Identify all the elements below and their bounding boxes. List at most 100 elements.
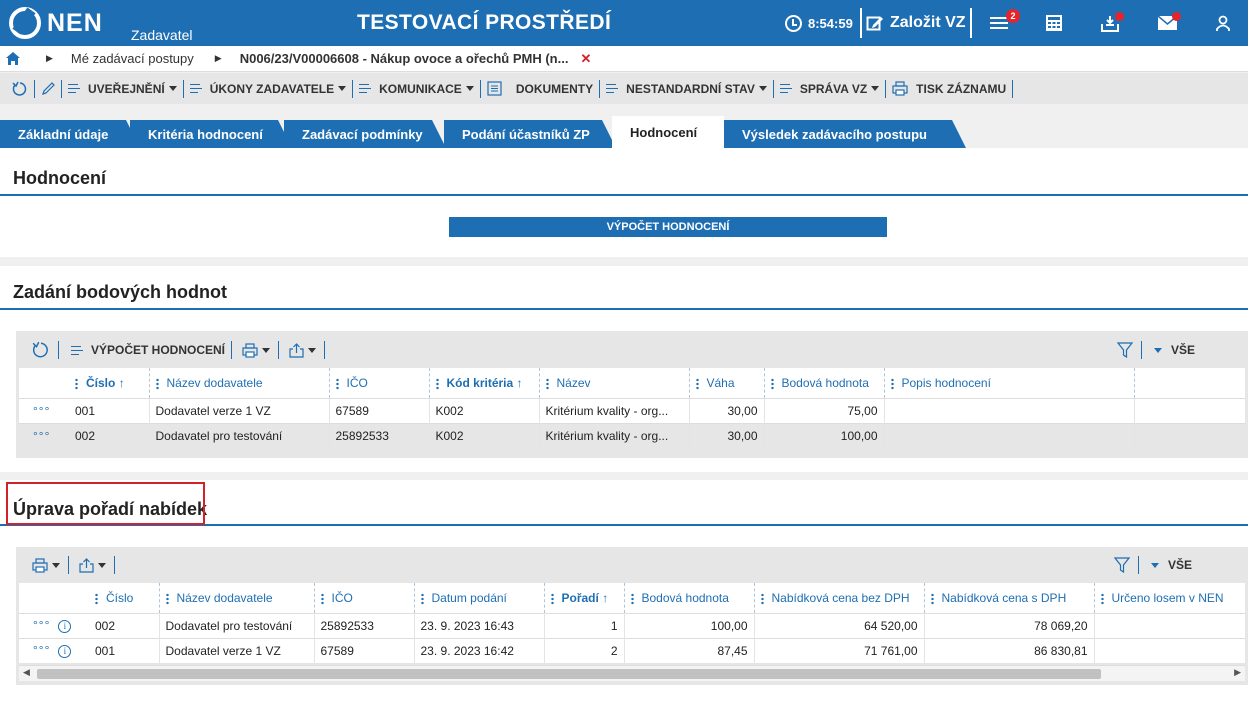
column-header[interactable]: Popis hodnocení — [884, 368, 1135, 398]
table-row[interactable]: °°° i 001 Dodavatel verze 1 VZ 67589 23. … — [19, 637, 1245, 663]
filter-icon[interactable] — [1117, 342, 1134, 358]
divider — [1138, 556, 1139, 574]
cell-weight: 30,00 — [689, 422, 765, 448]
tab-podani-ucastniku[interactable]: Podání účastníků ZP — [444, 120, 616, 148]
print-menu-button[interactable] — [242, 342, 271, 358]
table-row[interactable]: °°° 001 Dodavatel verze 1 VZ 67589 K002 … — [19, 397, 1245, 423]
cell-points[interactable]: 100,00 — [764, 422, 885, 448]
create-vz-button[interactable]: Založit VZ — [866, 0, 966, 46]
column-header[interactable]: Název dodavatele — [149, 368, 330, 398]
tab-vysledek[interactable]: Výsledek zadávacího postupu — [724, 120, 966, 148]
tab-zadavaci-podminky[interactable]: Zadávací podmínky — [284, 120, 446, 148]
info-icon[interactable]: i — [58, 620, 72, 633]
export-menu-button[interactable] — [289, 342, 317, 358]
calculate-evaluation-button[interactable]: VÝPOČET HODNOCENÍ — [449, 217, 887, 237]
column-header[interactable]: Název — [539, 368, 690, 398]
menu-button[interactable] — [990, 0, 1008, 46]
column-header[interactable]: Kód kritéria ↑ — [429, 368, 540, 398]
tab-kriteria-hodnoceni[interactable]: Kritéria hodnocení — [130, 120, 292, 148]
messages-button[interactable] — [1158, 0, 1177, 46]
calculator-icon — [1046, 15, 1062, 31]
row-actions[interactable]: °°° i — [19, 612, 89, 638]
column-menu-icon — [695, 377, 699, 390]
row-actions[interactable]: °°° — [19, 397, 69, 423]
menu-komunikace[interactable]: KOMUNIKACE — [353, 73, 480, 104]
button-label: VÝPOČET HODNOCENÍ — [91, 343, 226, 357]
view-selector[interactable]: VŠE — [1151, 558, 1192, 572]
session-time: 8:54:59 — [808, 15, 853, 31]
more-icon[interactable]: °°° — [33, 643, 50, 657]
grid-calculate-button[interactable]: VÝPOČET HODNOCENÍ — [71, 343, 225, 357]
scroll-thumb[interactable] — [37, 669, 1101, 679]
info-icon[interactable]: i — [58, 645, 72, 659]
column-header[interactable]: Číslo ↑ — [69, 368, 150, 398]
menu-ukony-zadavatele[interactable]: ÚKONY ZADAVATELE — [184, 73, 352, 104]
print-menu-button[interactable] — [32, 557, 60, 573]
cell-rank[interactable]: 2 — [544, 637, 625, 663]
menu-sprava-vz[interactable]: SPRÁVA VZ — [774, 73, 885, 104]
refresh-button[interactable] — [0, 73, 34, 104]
more-icon[interactable]: °°° — [33, 618, 50, 632]
menu-tisk-zaznamu[interactable]: TISK ZÁZNAMU — [886, 73, 1012, 104]
edit-icon — [866, 16, 883, 31]
more-icon[interactable]: °°° — [33, 429, 50, 443]
column-header[interactable]: IČO — [314, 583, 415, 613]
scroll-right-icon[interactable]: ▶ — [1234, 667, 1241, 678]
inbox-button[interactable] — [1101, 0, 1119, 46]
tab-hodnoceni[interactable]: Hodnocení — [612, 116, 724, 148]
cell-points[interactable]: 75,00 — [764, 397, 885, 423]
calculator-button[interactable] — [1046, 0, 1062, 46]
refresh-icon[interactable] — [32, 341, 50, 359]
column-label: Nabídková cena s DPH — [941, 590, 1067, 605]
more-icon[interactable]: °°° — [33, 404, 50, 418]
column-menu-icon — [550, 592, 554, 605]
cell-rank[interactable]: 1 — [544, 612, 625, 638]
column-header[interactable]: Bodová hodnota — [764, 368, 885, 398]
export-icon — [79, 557, 94, 573]
table-row[interactable]: °°° i 002 Dodavatel pro testování 2589253… — [19, 612, 1245, 638]
column-header — [1134, 368, 1245, 398]
column-label: IČO — [331, 590, 353, 605]
scroll-left-icon[interactable]: ◀ — [23, 667, 30, 678]
column-menu-icon — [770, 377, 774, 390]
cell-ico: 25892533 — [314, 612, 415, 638]
close-icon[interactable]: ✕ — [580, 51, 591, 67]
column-header[interactable]: Pořadí ↑ — [544, 583, 625, 613]
breadcrumb-item-current[interactable]: N006/23/V00006608 - Nákup ovoce a ořechů… — [240, 51, 569, 66]
user-button[interactable] — [1216, 0, 1230, 46]
breadcrumb-item[interactable]: Mé zadávací postupy — [71, 51, 194, 66]
cell-description[interactable] — [884, 397, 1135, 423]
row-actions[interactable]: °°° — [19, 422, 69, 448]
menu-uverejneni[interactable]: UVEŘEJNĚNÍ — [62, 73, 183, 104]
cell-cislo: 001 — [89, 637, 160, 663]
table-row[interactable]: °°° 002 Dodavatel pro testování 25892533… — [19, 422, 1245, 448]
column-header[interactable]: Váha — [689, 368, 765, 398]
cell-description[interactable] — [884, 422, 1135, 448]
column-header[interactable]: Číslo — [89, 583, 160, 613]
menu-nestandardni-stav[interactable]: NESTANDARDNÍ STAV — [600, 73, 773, 104]
column-header[interactable]: Nabídková cena s DPH — [924, 583, 1095, 613]
tab-zakladni-udaje[interactable]: Základní údaje — [0, 120, 140, 148]
menu-dokumenty[interactable]: DOKUMENTY — [481, 73, 599, 104]
export-menu-button[interactable] — [79, 557, 106, 573]
home-icon[interactable] — [6, 52, 20, 65]
column-header[interactable]: Název dodavatele — [159, 583, 315, 613]
divider — [860, 8, 862, 38]
column-header[interactable]: Datum podání — [414, 583, 545, 613]
column-header[interactable]: Určeno losem v NEN — [1094, 583, 1245, 613]
horizontal-scrollbar[interactable]: ◀ ▶ — [19, 665, 1245, 681]
ranking-table: Číslo Název dodavatele IČO Datum podání … — [19, 583, 1245, 663]
logo-text[interactable]: NEN — [47, 9, 103, 38]
row-actions[interactable]: °°° i — [19, 637, 89, 663]
cell-supplier: Dodavatel verze 1 VZ — [159, 637, 315, 663]
column-header[interactable]: IČO — [329, 368, 430, 398]
column-header[interactable]: Bodová hodnota — [624, 583, 755, 613]
column-label: Název dodavatele — [176, 590, 273, 605]
edit-button[interactable] — [35, 73, 61, 104]
list-arrow-icon — [359, 83, 373, 94]
nen-logo-icon[interactable] — [9, 7, 41, 39]
view-selector[interactable]: VŠE — [1154, 343, 1195, 357]
logo-subtitle: Zadavatel — [131, 27, 193, 43]
column-header[interactable]: Nabídková cena bez DPH — [754, 583, 925, 613]
filter-icon[interactable] — [1114, 557, 1130, 573]
